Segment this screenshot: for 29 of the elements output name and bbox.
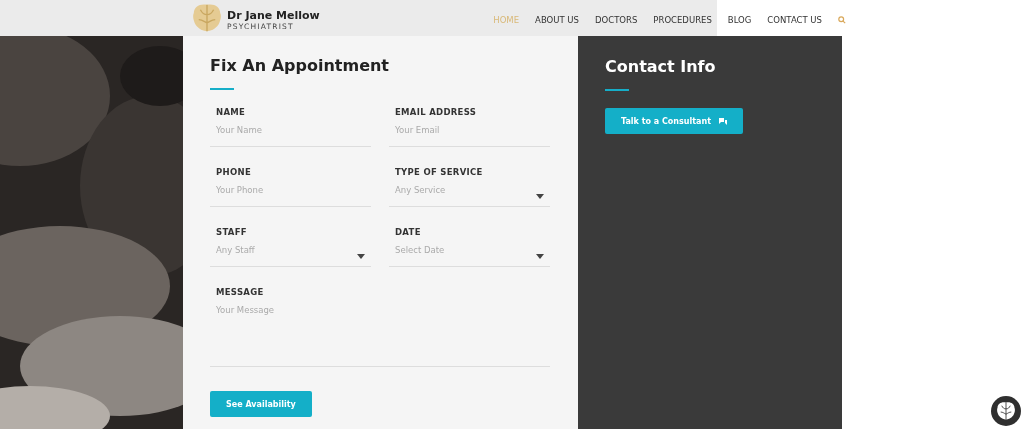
- input-field[interactable]: Your Name: [216, 125, 346, 135]
- caret-icon: [536, 254, 544, 259]
- field-label: DATE: [395, 227, 422, 237]
- form-title: Fix An Appointment: [210, 56, 390, 75]
- select-field[interactable]: Any Staff: [216, 245, 346, 255]
- nav-link[interactable]: BLOG: [719, 15, 760, 25]
- nav-link[interactable]: PROCEDURES: [645, 15, 720, 25]
- field-label: TYPE OF SERVICE: [395, 167, 484, 177]
- chat-widget-button[interactable]: [991, 396, 1021, 426]
- field-label: EMAIL ADDRESS: [395, 107, 478, 117]
- chat-icon: [718, 117, 727, 125]
- contact-title: Contact Info: [605, 57, 717, 76]
- field-label: NAME: [216, 107, 247, 117]
- nav-link[interactable]: ABOUT US: [527, 15, 587, 25]
- field-label: STAFF: [216, 227, 248, 237]
- field-label: PHONE: [216, 167, 252, 177]
- brand-name: Dr Jane Mellow: [227, 9, 320, 22]
- brain-icon: [997, 402, 1015, 420]
- select-field[interactable]: Any Service: [395, 185, 525, 195]
- input-field[interactable]: Your Email: [395, 125, 525, 135]
- message-field[interactable]: Your Message: [216, 305, 516, 335]
- field-label: MESSAGE: [216, 287, 265, 297]
- select-field[interactable]: Select Date: [395, 245, 525, 255]
- caret-icon: [536, 194, 544, 199]
- caret-icon: [357, 254, 365, 259]
- nav-link[interactable]: CONTACT US: [759, 15, 830, 25]
- nav-link[interactable]: DOCTORS: [587, 15, 646, 25]
- input-field[interactable]: Your Phone: [216, 185, 346, 195]
- brain-logo-icon: [193, 4, 221, 32]
